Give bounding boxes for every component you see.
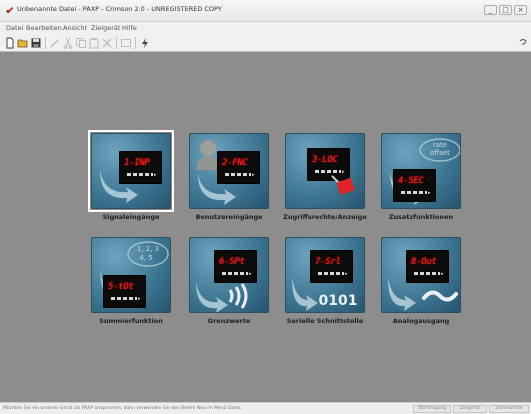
- menu-datei[interactable]: Datei: [6, 24, 23, 32]
- help-icon[interactable]: [517, 37, 529, 49]
- svg-text:1, 2, 3: 1, 2, 3: [137, 245, 159, 253]
- lcd-readout: 1-INP: [124, 158, 150, 168]
- lcd-keys: [127, 173, 153, 176]
- tile-summierfunktion[interactable]: 1, 2, 3 4, 5 5-tOt ▸: [91, 237, 171, 313]
- paste-icon[interactable]: [88, 37, 100, 49]
- status-button-zielgeraet[interactable]: Zielgerät: [453, 405, 487, 413]
- delete-icon[interactable]: [101, 37, 113, 49]
- lcd-display: 2-FNC ▸: [217, 151, 260, 184]
- status-button-zeilenbreite[interactable]: Zeilenbreite: [489, 405, 529, 413]
- tile-signaleingaenge[interactable]: 1-INP ▸: [91, 133, 171, 209]
- lcd-keys: [225, 173, 251, 176]
- menu-bearbeiten[interactable]: Bearbeiten: [26, 24, 62, 32]
- app-icon: [6, 6, 14, 14]
- tile-benutzereingaenge[interactable]: 2-FNC ▸: [189, 133, 269, 209]
- window-icon[interactable]: [120, 37, 132, 49]
- svg-text:offset: offset: [430, 149, 450, 157]
- edit-icon[interactable]: [49, 37, 61, 49]
- menu-ansicht[interactable]: Ansicht: [63, 24, 87, 32]
- analog-wave-icon: [388, 278, 458, 311]
- lcd-keys: [401, 191, 427, 194]
- maximize-button[interactable]: □: [499, 5, 512, 15]
- svg-text:rate: rate: [433, 141, 447, 149]
- tile-grenzwerte[interactable]: 6-SPt ▸: [189, 237, 269, 313]
- window-title: Unbenannte Datei - PAXP - Crimson 2.0 - …: [17, 5, 222, 13]
- lcd-readout: 5-tOt: [108, 282, 134, 292]
- lcd-keys: [111, 297, 137, 300]
- lightning-icon[interactable]: [139, 37, 151, 49]
- lcd-arrow-icon: ▸: [138, 296, 141, 302]
- minimize-button[interactable]: _: [484, 5, 497, 15]
- tile-zusatzfunktionen[interactable]: rate offset 4-SEC ▸: [381, 133, 461, 209]
- status-button-uebertragung[interactable]: Übertragung: [413, 405, 451, 413]
- svg-text:0101: 0101: [319, 293, 358, 309]
- toolbar-separator: [45, 37, 46, 49]
- lcd-arrow-icon: ▸: [154, 172, 157, 178]
- menu-bar: Datei Bearbeiten Ansicht Zielgerät Hilfe: [0, 22, 531, 35]
- toolbar-separator: [135, 37, 136, 49]
- cut-icon[interactable]: [62, 37, 74, 49]
- lcd-arrow-icon: ▸: [252, 172, 255, 178]
- menu-zielgeraet[interactable]: Zielgerät: [91, 24, 120, 32]
- status-bar: Möchten Sie ein anderes Gerät als PAXP a…: [0, 402, 531, 414]
- close-button[interactable]: ×: [514, 5, 527, 15]
- tile-serielle-schnittstelle[interactable]: 7-Srl ▸ 0101: [285, 237, 365, 313]
- lock-icon: [331, 175, 355, 195]
- menu-hilfe[interactable]: Hilfe: [122, 24, 137, 32]
- lcd-display: 1-INP ▸: [119, 151, 162, 184]
- tile-analogausgang[interactable]: 8-Out ▸: [381, 237, 461, 313]
- toolbar-separator: [116, 37, 117, 49]
- new-icon[interactable]: [4, 37, 16, 49]
- lcd-readout: 4-SEC: [398, 176, 424, 186]
- lcd-readout: 2-FNC: [222, 158, 248, 168]
- tile-zugriffsrechte-anzeige[interactable]: 3-LOC ▸: [285, 133, 365, 209]
- tile-label-zusatzfunktionen: Zusatzfunktionen: [388, 213, 454, 221]
- svg-text:4, 5: 4, 5: [139, 254, 152, 262]
- lcd-arrow-icon: ▸: [428, 190, 431, 196]
- copy-icon[interactable]: [75, 37, 87, 49]
- tile-label-analogausgang: Analogausgang: [392, 317, 450, 325]
- save-icon[interactable]: [30, 37, 42, 49]
- lcd-display: 4-SEC ▸: [393, 169, 436, 202]
- lcd-display: 5-tOt ▸: [103, 275, 146, 308]
- open-icon[interactable]: [17, 37, 29, 49]
- toolbar: [0, 35, 531, 52]
- status-message: Möchten Sie ein anderes Gerät als PAXP a…: [3, 406, 242, 411]
- serial-icon: 0101: [292, 278, 358, 311]
- title-bar: Unbenannte Datei - PAXP - Crimson 2.0 - …: [0, 0, 531, 22]
- alarm-icon: [196, 282, 248, 312]
